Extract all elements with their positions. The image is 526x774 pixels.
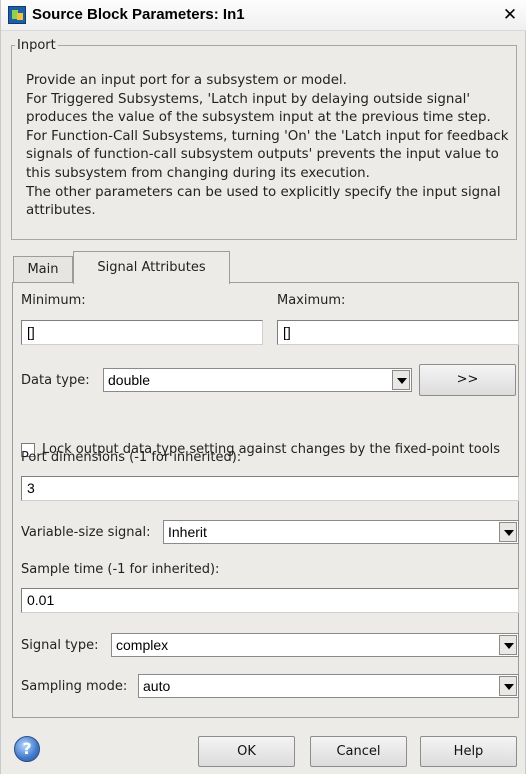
data-type-label: Data type: [21, 373, 90, 388]
description-line: For Triggered Subsystems, 'Latch input b… [26, 91, 491, 126]
minimum-input[interactable]: [] [21, 320, 263, 345]
sampling-mode-select[interactable]: auto [138, 674, 519, 698]
tab-signal-attributes[interactable]: Signal Attributes [73, 251, 230, 284]
signal-type-select[interactable]: complex [111, 633, 519, 657]
help-icon[interactable]: ? [14, 736, 40, 762]
port-dimensions-input[interactable]: 3 [21, 476, 519, 501]
chevron-down-icon[interactable] [499, 522, 517, 542]
sampling-mode-label: Sampling mode: [21, 679, 128, 694]
dialog-window: Source Block Parameters: In1 ✕ Inport Pr… [0, 0, 526, 774]
ok-button[interactable]: OK [198, 736, 295, 767]
description-line: For Function-Call Subsystems, turning 'O… [26, 128, 509, 181]
port-dimensions-label-text: Port dimensions (-1 for inherited): [21, 450, 242, 465]
data-type-assistant-button[interactable]: >> [419, 364, 516, 396]
simulink-block-icon [8, 6, 26, 24]
sample-time-label: Sample time (-1 for inherited): [21, 562, 220, 577]
minimum-label: Minimum: [21, 293, 86, 308]
data-type-value: double [108, 372, 151, 388]
variable-size-label: Variable-size signal: [21, 525, 151, 540]
sample-time-input[interactable]: 0.01 [21, 588, 519, 613]
signal-type-label: Signal type: [21, 638, 99, 653]
description-line: The other parameters can be used to expl… [26, 184, 501, 219]
chevron-down-icon[interactable] [499, 635, 517, 655]
variable-size-select[interactable]: Inherit [163, 520, 519, 544]
chevron-down-icon[interactable] [499, 676, 517, 696]
signal-type-value: complex [116, 637, 169, 653]
maximum-label: Maximum: [277, 293, 346, 308]
maximum-input[interactable]: [] [277, 320, 519, 345]
description-line: Provide an input port for a subsystem or… [26, 73, 347, 88]
title-bar[interactable]: Source Block Parameters: In1 ✕ [1, 0, 526, 31]
tab-main[interactable]: Main [13, 256, 73, 282]
cancel-button[interactable]: Cancel [310, 736, 407, 767]
chevron-down-icon[interactable] [392, 370, 410, 390]
sampling-mode-value: auto [143, 678, 171, 694]
help-button[interactable]: Help [420, 736, 517, 767]
variable-size-value: Inherit [168, 524, 207, 540]
group-label: Inport [15, 38, 58, 53]
close-icon[interactable]: ✕ [499, 4, 521, 26]
data-type-select[interactable]: double [103, 368, 412, 392]
block-description: Provide an input port for a subsystem or… [26, 72, 516, 221]
window-title: Source Block Parameters: In1 [32, 6, 245, 23]
